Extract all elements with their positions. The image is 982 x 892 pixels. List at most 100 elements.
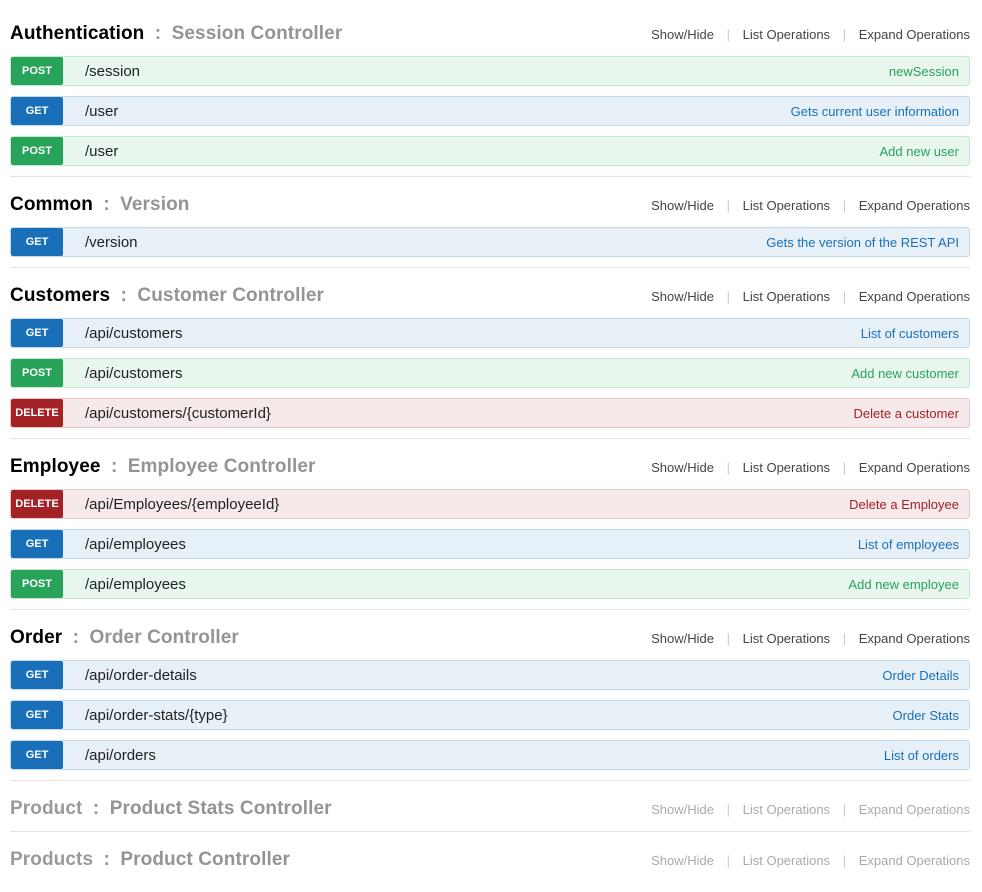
expand-operations-link[interactable]: Expand Operations bbox=[859, 802, 970, 817]
show-hide-link[interactable]: Show/Hide bbox=[651, 853, 714, 868]
operation-row[interactable]: POST /api/employees Add new employee bbox=[10, 569, 970, 599]
operations-list: POST /session newSession GET /user Gets … bbox=[10, 56, 970, 166]
http-method-badge[interactable]: GET bbox=[11, 319, 63, 347]
list-operations-link[interactable]: List Operations bbox=[743, 631, 830, 646]
expand-operations-link[interactable]: Expand Operations bbox=[859, 198, 970, 213]
operation-summary-link[interactable]: newSession bbox=[889, 64, 969, 79]
section-tag-link[interactable]: Order bbox=[10, 627, 62, 648]
http-method-badge[interactable]: GET bbox=[11, 661, 63, 689]
list-operations-link[interactable]: List Operations bbox=[743, 198, 830, 213]
http-method-badge[interactable]: POST bbox=[11, 137, 63, 165]
operation-path-link[interactable]: /user bbox=[85, 143, 118, 160]
operation-row[interactable]: POST /session newSession bbox=[10, 56, 970, 86]
show-hide-link[interactable]: Show/Hide bbox=[651, 460, 714, 475]
operation-path-link[interactable]: /api/order-details bbox=[85, 667, 197, 684]
operation-row[interactable]: GET /api/order-details Order Details bbox=[10, 660, 970, 690]
list-operations-link[interactable]: List Operations bbox=[743, 289, 830, 304]
section-actions: Show/Hide | List Operations | Expand Ope… bbox=[651, 802, 970, 817]
operation-summary-link[interactable]: Gets the version of the REST API bbox=[766, 235, 969, 250]
section-tag-link[interactable]: Authentication bbox=[10, 23, 144, 44]
section-controller-link[interactable]: Customer Controller bbox=[137, 285, 324, 306]
section-tag-link[interactable]: Common bbox=[10, 194, 93, 215]
operation-summary-link[interactable]: Gets current user information bbox=[791, 104, 969, 119]
http-method-badge[interactable]: GET bbox=[11, 701, 63, 729]
section-header: Employee : Employee Controller Show/Hide… bbox=[10, 439, 970, 489]
operation-path-link[interactable]: /api/customers bbox=[85, 365, 183, 382]
http-method-badge[interactable]: DELETE bbox=[11, 399, 63, 427]
operation-summary-link[interactable]: Order Stats bbox=[893, 708, 969, 723]
operation-row[interactable]: POST /api/customers Add new customer bbox=[10, 358, 970, 388]
operation-path-link[interactable]: /api/customers/{customerId} bbox=[85, 405, 271, 422]
section-tag-link[interactable]: Employee bbox=[10, 456, 101, 477]
api-section: Product : Product Stats Controller Show/… bbox=[10, 781, 970, 832]
http-method-badge[interactable]: GET bbox=[11, 741, 63, 769]
show-hide-link[interactable]: Show/Hide bbox=[651, 198, 714, 213]
section-controller-link[interactable]: Employee Controller bbox=[128, 456, 316, 477]
operation-path-link[interactable]: /api/Employees/{employeeId} bbox=[85, 496, 279, 513]
operation-path-link[interactable]: /api/order-stats/{type} bbox=[85, 707, 228, 724]
section-actions: Show/Hide | List Operations | Expand Ope… bbox=[651, 27, 970, 42]
section-tag-link[interactable]: Customers bbox=[10, 285, 110, 306]
show-hide-link[interactable]: Show/Hide bbox=[651, 802, 714, 817]
operation-summary-link[interactable]: List of customers bbox=[861, 326, 969, 341]
section-controller-link[interactable]: Session Controller bbox=[172, 23, 343, 44]
operation-path-link[interactable]: /api/employees bbox=[85, 576, 186, 593]
expand-operations-link[interactable]: Expand Operations bbox=[859, 460, 970, 475]
operation-path-link[interactable]: /api/orders bbox=[85, 747, 156, 764]
section-title: Employee : Employee Controller bbox=[10, 456, 316, 478]
operation-summary-link[interactable]: List of orders bbox=[884, 748, 969, 763]
operation-summary-link[interactable]: Add new employee bbox=[848, 577, 969, 592]
section-title: Common : Version bbox=[10, 194, 190, 216]
operation-summary-link[interactable]: Delete a Employee bbox=[849, 497, 969, 512]
section-title: Authentication : Session Controller bbox=[10, 23, 342, 45]
http-method-badge[interactable]: POST bbox=[11, 359, 63, 387]
section-tag-link[interactable]: Products bbox=[10, 849, 93, 870]
operation-row[interactable]: POST /user Add new user bbox=[10, 136, 970, 166]
operation-path-link[interactable]: /api/customers bbox=[85, 325, 183, 342]
list-operations-link[interactable]: List Operations bbox=[743, 853, 830, 868]
show-hide-link[interactable]: Show/Hide bbox=[651, 289, 714, 304]
section-controller-link[interactable]: Version bbox=[120, 194, 189, 215]
operation-row[interactable]: GET /api/orders List of orders bbox=[10, 740, 970, 770]
operation-path-link[interactable]: /api/employees bbox=[85, 536, 186, 553]
http-method-badge[interactable]: GET bbox=[11, 228, 63, 256]
operation-row[interactable]: GET /api/order-stats/{type} Order Stats bbox=[10, 700, 970, 730]
http-method-badge[interactable]: GET bbox=[11, 530, 63, 558]
expand-operations-link[interactable]: Expand Operations bbox=[859, 853, 970, 868]
section-actions: Show/Hide | List Operations | Expand Ope… bbox=[651, 631, 970, 646]
operation-row[interactable]: GET /api/customers List of customers bbox=[10, 318, 970, 348]
operation-summary-link[interactable]: Order Details bbox=[882, 668, 969, 683]
api-section: Employee : Employee Controller Show/Hide… bbox=[10, 439, 970, 610]
http-method-badge[interactable]: GET bbox=[11, 97, 63, 125]
show-hide-link[interactable]: Show/Hide bbox=[651, 631, 714, 646]
operation-row[interactable]: DELETE /api/Employees/{employeeId} Delet… bbox=[10, 489, 970, 519]
link-separator: | bbox=[843, 289, 846, 304]
show-hide-link[interactable]: Show/Hide bbox=[651, 27, 714, 42]
operation-row[interactable]: DELETE /api/customers/{customerId} Delet… bbox=[10, 398, 970, 428]
operation-row[interactable]: GET /api/employees List of employees bbox=[10, 529, 970, 559]
list-operations-link[interactable]: List Operations bbox=[743, 27, 830, 42]
section-controller-link[interactable]: Product Controller bbox=[120, 849, 290, 870]
operation-path-link[interactable]: /user bbox=[85, 103, 118, 120]
operation-row[interactable]: GET /version Gets the version of the RES… bbox=[10, 227, 970, 257]
expand-operations-link[interactable]: Expand Operations bbox=[859, 631, 970, 646]
operations-list: GET /version Gets the version of the RES… bbox=[10, 227, 970, 257]
expand-operations-link[interactable]: Expand Operations bbox=[859, 289, 970, 304]
section-tag-link[interactable]: Product bbox=[10, 798, 82, 819]
list-operations-link[interactable]: List Operations bbox=[743, 460, 830, 475]
operations-list: GET /api/customers List of customers POS… bbox=[10, 318, 970, 428]
operation-summary-link[interactable]: Add new customer bbox=[851, 366, 969, 381]
operation-path-link[interactable]: /session bbox=[85, 63, 140, 80]
http-method-badge[interactable]: DELETE bbox=[11, 490, 63, 518]
http-method-badge[interactable]: POST bbox=[11, 570, 63, 598]
operation-summary-link[interactable]: Delete a customer bbox=[854, 406, 970, 421]
expand-operations-link[interactable]: Expand Operations bbox=[859, 27, 970, 42]
list-operations-link[interactable]: List Operations bbox=[743, 802, 830, 817]
section-controller-link[interactable]: Order Controller bbox=[89, 627, 238, 648]
operation-path-link[interactable]: /version bbox=[85, 234, 138, 251]
operation-row[interactable]: GET /user Gets current user information bbox=[10, 96, 970, 126]
http-method-badge[interactable]: POST bbox=[11, 57, 63, 85]
operation-summary-link[interactable]: List of employees bbox=[858, 537, 969, 552]
operation-summary-link[interactable]: Add new user bbox=[880, 144, 970, 159]
section-controller-link[interactable]: Product Stats Controller bbox=[110, 798, 332, 819]
